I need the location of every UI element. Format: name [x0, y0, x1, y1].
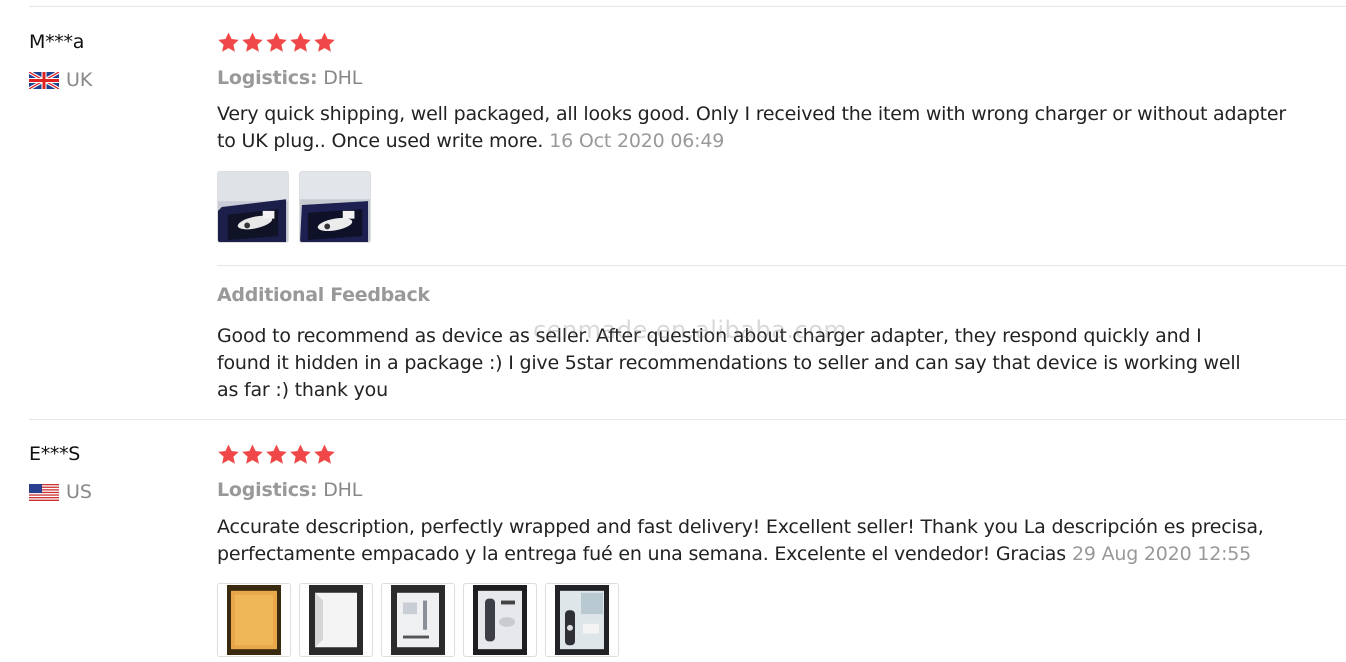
review-photos [217, 583, 627, 657]
star-rating [217, 443, 336, 466]
star-icon [314, 32, 335, 52]
logistics-value: DHL [323, 479, 363, 501]
logistics-info: Logistics: DHL [217, 479, 362, 501]
country-code: UK [66, 69, 93, 91]
review-text: Very quick shipping, well packaged, all … [217, 101, 1297, 155]
star-icon [218, 32, 239, 52]
review-date: 16 Oct 2020 06:49 [549, 130, 725, 152]
review-photo-thumbnail[interactable] [217, 171, 289, 243]
additional-feedback-title: Additional Feedback [217, 284, 430, 306]
review-photo-thumbnail[interactable] [299, 583, 373, 657]
watermark: cenmade.en.alibaba.com [533, 316, 848, 344]
star-icon [218, 444, 239, 464]
star-icon [290, 444, 311, 464]
star-icon [242, 444, 263, 464]
review-date: 29 Aug 2020 12:55 [1071, 543, 1252, 565]
review-photo-thumbnail[interactable] [217, 583, 291, 657]
review-photo-thumbnail[interactable] [381, 583, 455, 657]
feedback-divider [217, 265, 1346, 266]
review-body: Very quick shipping, well packaged, all … [217, 103, 1286, 152]
review-photo-thumbnail[interactable] [463, 583, 537, 657]
uk-flag-icon [29, 71, 59, 89]
us-flag-icon [29, 483, 59, 501]
reviewer-name: M***a [29, 31, 85, 53]
country-code: US [66, 481, 92, 503]
review-item: M***a UK Logistics: DHL Very quick shipp… [0, 0, 1346, 420]
star-icon [242, 32, 263, 52]
review-text: Accurate description, perfectly wrapped … [217, 514, 1297, 568]
star-icon [290, 32, 311, 52]
review-item: E***S US Logistics: DHL Accurate descrip… [0, 420, 1346, 662]
reviewer-name: E***S [29, 443, 81, 465]
logistics-label: Logistics: [217, 67, 318, 89]
star-icon [266, 444, 287, 464]
review-photos [217, 171, 381, 243]
review-photo-thumbnail[interactable] [299, 171, 371, 243]
review-photo-thumbnail[interactable] [545, 583, 619, 657]
reviewer-country: US [29, 481, 92, 503]
star-icon [314, 444, 335, 464]
reviewer-country: UK [29, 69, 92, 91]
logistics-value: DHL [323, 67, 363, 89]
logistics-info: Logistics: DHL [217, 67, 362, 89]
star-icon [266, 32, 287, 52]
logistics-label: Logistics: [217, 479, 318, 501]
star-rating [217, 31, 336, 54]
